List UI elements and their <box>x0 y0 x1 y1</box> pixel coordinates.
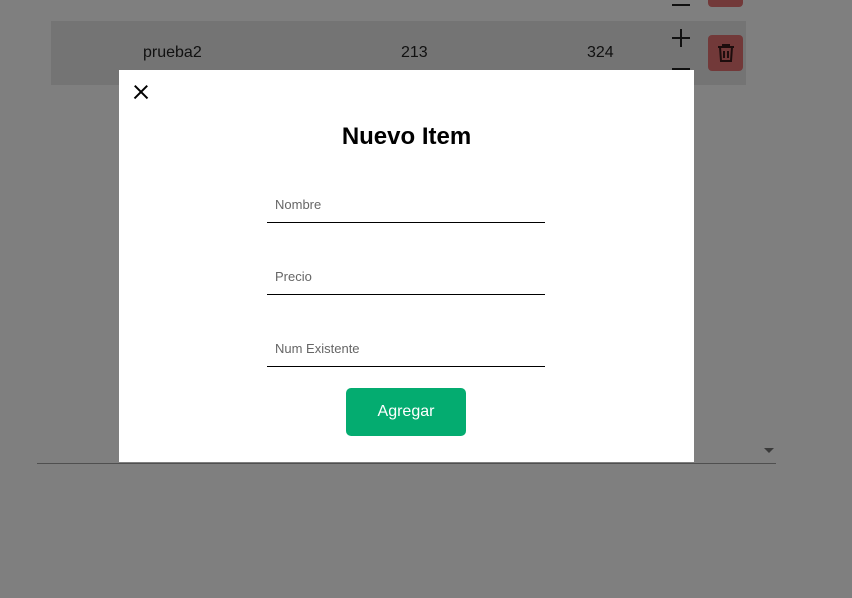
name-field <box>267 187 545 223</box>
modal-title: Nuevo Item <box>341 123 472 150</box>
new-item-modal: Nuevo Item Agregar <box>119 70 694 462</box>
add-button[interactable]: Agregar <box>346 388 466 436</box>
stock-input[interactable] <box>267 331 545 366</box>
price-input[interactable] <box>267 259 545 294</box>
close-icon[interactable] <box>131 82 151 102</box>
stock-field <box>267 331 545 367</box>
name-input[interactable] <box>267 187 545 222</box>
price-field <box>267 259 545 295</box>
